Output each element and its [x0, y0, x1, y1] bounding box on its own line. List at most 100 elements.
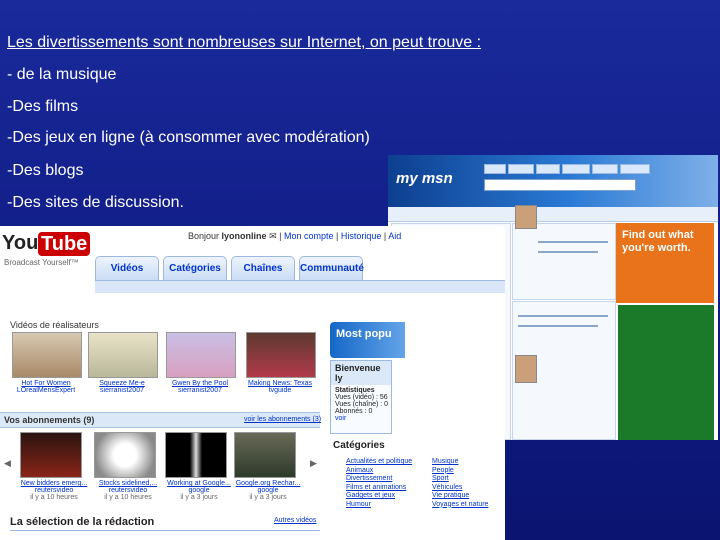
- video-time: il y a 3 jours: [249, 494, 287, 501]
- category-link[interactable]: Sport: [432, 475, 488, 484]
- scroll-left-icon[interactable]: ◀: [4, 458, 11, 469]
- video-thumbnail[interactable]: [166, 332, 236, 378]
- username[interactable]: lyononline: [222, 231, 267, 241]
- tab-community[interactable]: Communauté: [299, 256, 364, 281]
- video-user[interactable]: sierranist2007: [166, 387, 234, 394]
- video-title[interactable]: Squeeze Me-e: [88, 380, 156, 387]
- msn-news-panel: [512, 223, 616, 300]
- tab-categories[interactable]: Catégories: [163, 256, 227, 281]
- editors-pick-title: La sélection de la rédaction: [10, 516, 155, 528]
- mail-icon[interactable]: ✉: [269, 231, 277, 241]
- video-thumbnail[interactable]: [165, 432, 227, 478]
- most-popular-banner[interactable]: Most popu: [330, 322, 405, 358]
- msn-toolbar: [388, 207, 718, 222]
- video-title[interactable]: Working at Google...: [165, 480, 233, 487]
- video-thumbnail[interactable]: [246, 332, 316, 378]
- category-link[interactable]: Vie pratique: [432, 492, 488, 501]
- video-thumbnail[interactable]: [234, 432, 296, 478]
- youtube-userbar: Bonjour lyononline ✉ | Mon compte | Hist…: [188, 231, 402, 241]
- video-item[interactable]: Making News: Texas tvguide: [246, 332, 316, 394]
- video-title[interactable]: Google.org Rechar...: [234, 480, 302, 487]
- bullet-blogs: -Des blogs: [7, 162, 84, 179]
- tab-videos[interactable]: Vidéos: [95, 256, 159, 281]
- msn-people-photo: [515, 355, 537, 383]
- video-title[interactable]: Hot For Women: [12, 380, 80, 387]
- youtube-tagline: Broadcast Yourself™: [4, 258, 79, 267]
- msn-text-line: [518, 325, 598, 327]
- category-link[interactable]: Humour: [346, 501, 412, 510]
- bullet-games: -Des jeux en ligne (à consommer avec mod…: [7, 129, 370, 146]
- video-title[interactable]: Stocks sidelined,...: [94, 480, 162, 487]
- divider: [10, 530, 320, 531]
- history-link[interactable]: Historique: [341, 231, 382, 241]
- video-item[interactable]: Squeeze Me-e sierranist2007: [88, 332, 158, 394]
- more-videos-link[interactable]: Autres vidéos: [274, 517, 316, 524]
- bullet-discussion: -Des sites de discussion.: [7, 194, 184, 211]
- category-link[interactable]: People: [432, 467, 488, 476]
- video-time: il y a 10 heures: [104, 494, 152, 501]
- stats-subscribers: Abonnés : 0: [335, 408, 373, 415]
- category-link[interactable]: Gadgets et jeux: [346, 492, 412, 501]
- slide-title: Les divertissements sont nombreuses sur …: [7, 34, 482, 51]
- directors-section-title: Vidéos de réalisateurs: [10, 320, 99, 330]
- help-link[interactable]: Aid: [388, 231, 401, 241]
- subscription-item[interactable]: Working at Google... google il y a 3 jou…: [165, 432, 233, 501]
- msn-tabs: [484, 164, 650, 174]
- msn-news-photo: [515, 205, 537, 229]
- msn-tab[interactable]: [536, 164, 560, 174]
- video-title[interactable]: Making News: Texas: [246, 380, 314, 387]
- category-link[interactable]: Films et animations: [346, 484, 412, 493]
- video-thumbnail[interactable]: [94, 432, 156, 478]
- video-time: il y a 3 jours: [180, 494, 218, 501]
- subscription-item[interactable]: Google.org Rechar... google il y a 3 jou…: [234, 432, 302, 501]
- category-link[interactable]: Véhicules: [432, 484, 488, 493]
- video-thumbnail[interactable]: [12, 332, 82, 378]
- video-user[interactable]: reutersvideo: [20, 487, 88, 494]
- youtube-logo[interactable]: You Tube: [2, 232, 91, 256]
- video-thumbnail[interactable]: [20, 432, 82, 478]
- categories-column-2: Musique People Sport Véhicules Vie prati…: [432, 458, 488, 509]
- scroll-right-icon[interactable]: ▶: [310, 458, 317, 469]
- video-user[interactable]: tvguide: [246, 387, 314, 394]
- video-user[interactable]: reutersvideo: [94, 487, 162, 494]
- youtube-nav-bar: [95, 280, 505, 293]
- msn-tab[interactable]: [508, 164, 534, 174]
- youtube-logo-tube: Tube: [38, 232, 91, 256]
- video-title[interactable]: Gwen By the Pool: [166, 380, 234, 387]
- msn-text-line: [518, 315, 608, 317]
- greeting: Bonjour: [188, 231, 220, 241]
- youtube-tabs: Vidéos Catégories Chaînes Communauté: [95, 256, 364, 281]
- msn-search-input[interactable]: [484, 179, 636, 191]
- msn-tab[interactable]: [484, 164, 506, 174]
- category-link[interactable]: Voyages et nature: [432, 501, 488, 510]
- msn-salary-ad[interactable]: Find out what you're worth.: [616, 223, 714, 303]
- video-time: il y a 10 heures: [30, 494, 78, 501]
- msn-text-line: [538, 241, 608, 243]
- video-user[interactable]: sierranist2007: [88, 387, 156, 394]
- category-link[interactable]: Actualités et politique: [346, 458, 412, 467]
- category-link[interactable]: Musique: [432, 458, 488, 467]
- categories-column-1: Actualités et politique Animaux Divertis…: [346, 458, 412, 509]
- category-link[interactable]: Divertissement: [346, 475, 412, 484]
- video-item[interactable]: Gwen By the Pool sierranist2007: [166, 332, 236, 394]
- msn-tab[interactable]: [562, 164, 590, 174]
- subscription-item[interactable]: Stocks sidelined,... reutersvideo il y a…: [94, 432, 162, 501]
- subscriptions-link[interactable]: voir les abonnements (3): [244, 416, 321, 423]
- video-user[interactable]: google: [234, 487, 302, 494]
- msn-tab[interactable]: [592, 164, 618, 174]
- youtube-logo-you: You: [2, 232, 39, 254]
- my-account-link[interactable]: Mon compte: [284, 231, 334, 241]
- video-item[interactable]: Hot For Women LOrealMensExpert: [12, 332, 82, 394]
- video-thumbnail[interactable]: [88, 332, 158, 378]
- video-user[interactable]: google: [165, 487, 233, 494]
- msn-tab[interactable]: [620, 164, 650, 174]
- video-user[interactable]: LOrealMensExpert: [12, 387, 80, 394]
- category-link[interactable]: Animaux: [346, 467, 412, 476]
- stats-views-channel: Vues (chaîne) : 0: [335, 401, 389, 408]
- msn-side-panel: [618, 305, 714, 440]
- tab-channels[interactable]: Chaînes: [231, 256, 295, 281]
- video-title[interactable]: New bidders emerg...: [20, 480, 88, 487]
- subscription-item[interactable]: New bidders emerg... reutersvideo il y a…: [20, 432, 88, 501]
- bullet-music: - de la musique: [7, 66, 117, 83]
- see-link[interactable]: voir: [331, 415, 391, 422]
